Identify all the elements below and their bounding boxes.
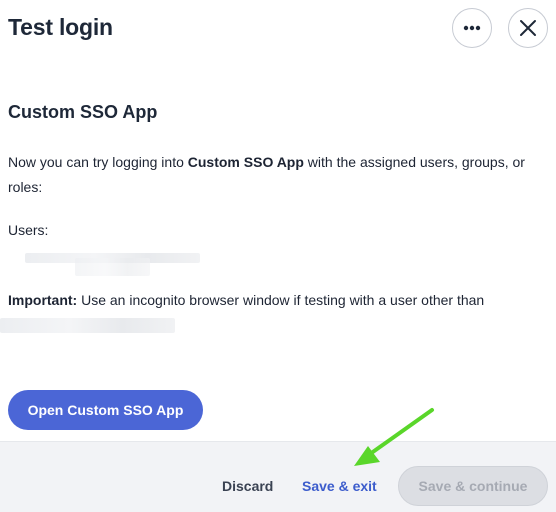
save-continue-button[interactable]: Save & continue bbox=[398, 466, 548, 506]
important-label: Important: bbox=[8, 292, 78, 308]
app-name-heading: Custom SSO App bbox=[8, 102, 158, 122]
dialog-title: Test login bbox=[8, 14, 113, 40]
more-options-button[interactable] bbox=[452, 8, 492, 48]
important-text: Use an incognito browser window if testi… bbox=[77, 292, 485, 308]
save-exit-button[interactable]: Save & exit bbox=[302, 478, 377, 494]
intro-text: Now you can try logging into Custom SSO … bbox=[8, 150, 553, 200]
redacted-user-name bbox=[0, 318, 175, 333]
dialog-header: Test login bbox=[0, 0, 556, 62]
dialog-footer: Discard Save & exit Save & continue bbox=[0, 441, 556, 512]
more-horizontal-icon bbox=[463, 25, 481, 31]
redacted-users-list-2 bbox=[75, 258, 150, 276]
important-note: Important: Use an incognito browser wind… bbox=[8, 290, 553, 310]
intro-app-name: Custom SSO App bbox=[187, 154, 304, 170]
discard-button[interactable]: Discard bbox=[222, 478, 273, 494]
close-button[interactable] bbox=[508, 8, 548, 48]
open-app-button[interactable]: Open Custom SSO App bbox=[8, 390, 203, 430]
close-icon bbox=[520, 20, 536, 36]
intro-prefix: Now you can try logging into bbox=[8, 154, 188, 170]
users-label: Users: bbox=[8, 222, 49, 238]
